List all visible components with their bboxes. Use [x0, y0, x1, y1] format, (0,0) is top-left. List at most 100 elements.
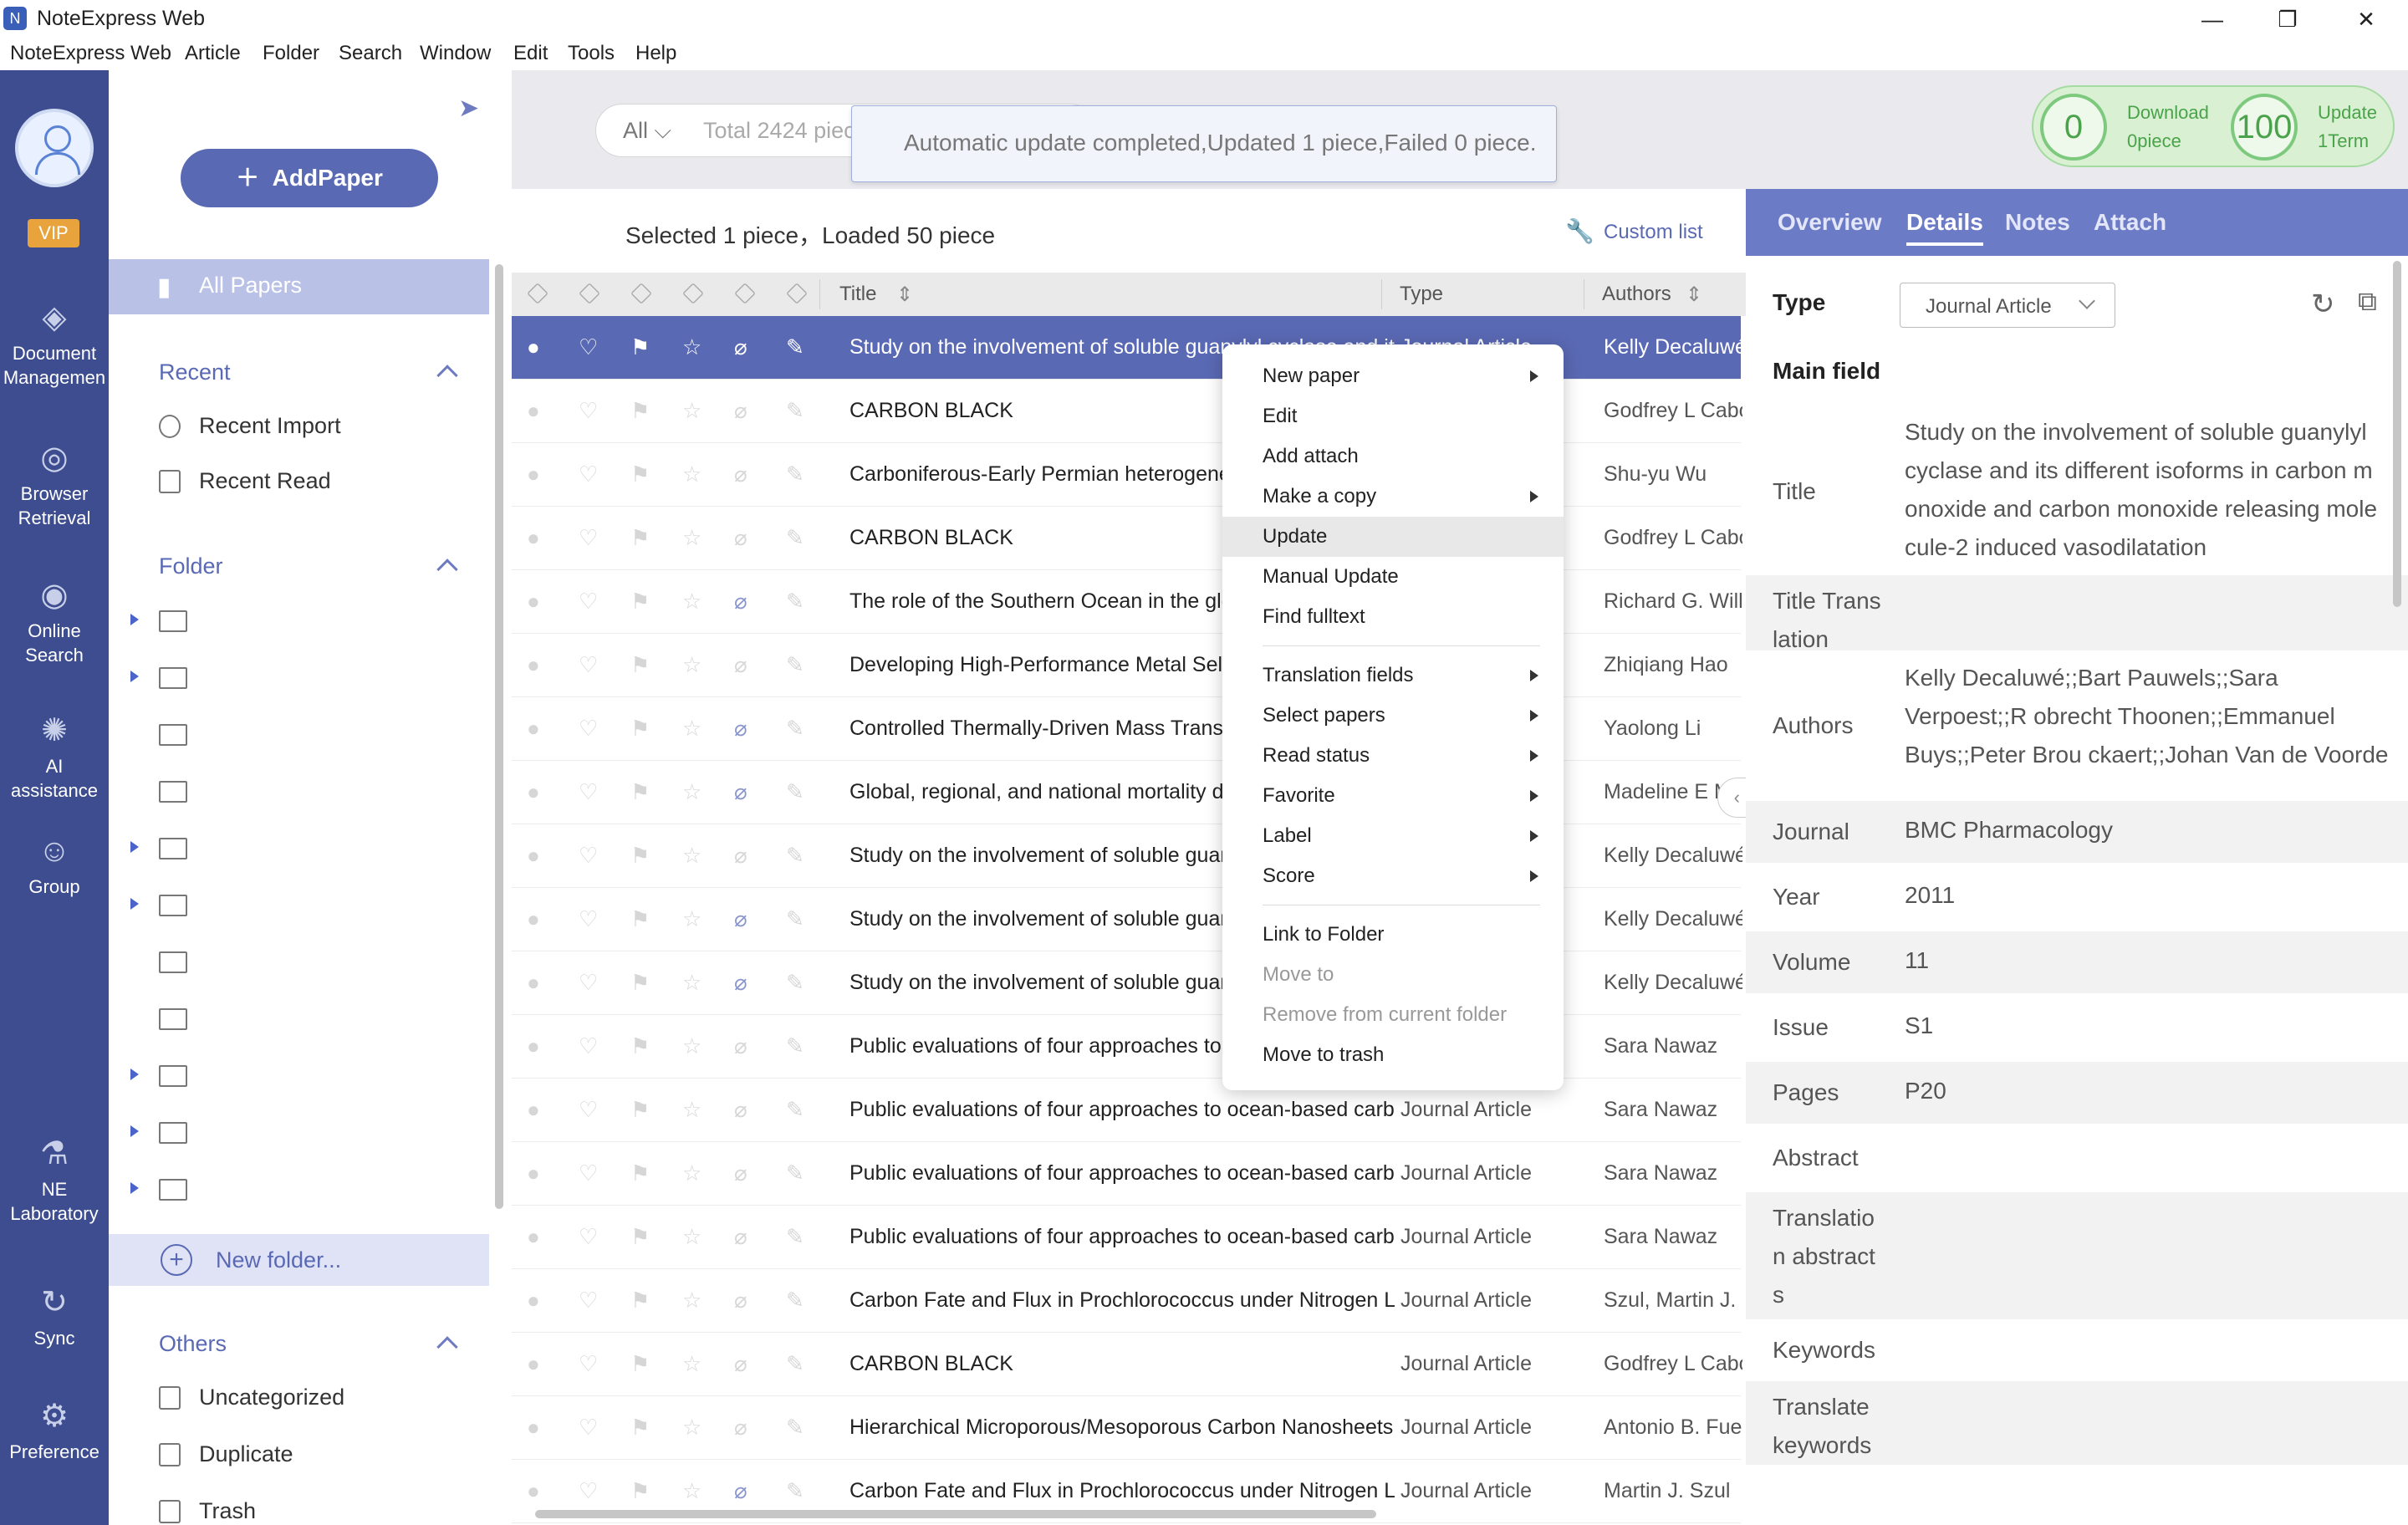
note-icon[interactable]: ✎: [786, 462, 804, 487]
read-status-icon[interactable]: ●: [527, 1160, 540, 1186]
read-status-icon[interactable]: ●: [527, 843, 540, 868]
uncategorized-item[interactable]: Uncategorized: [199, 1385, 344, 1410]
detail-field-value[interactable]: BMC Pharmacology: [1905, 811, 2398, 849]
add-paper-button[interactable]: ＋ AddPaper: [181, 149, 438, 207]
menu-help[interactable]: Help: [635, 42, 676, 65]
context-menu-item[interactable]: Manual Update: [1222, 557, 1564, 597]
note-icon[interactable]: ✎: [786, 1415, 804, 1440]
star-icon[interactable]: ☆: [682, 1288, 701, 1313]
tab-attach[interactable]: Attach: [2094, 209, 2166, 236]
bookmark-icon[interactable]: ⚑: [630, 906, 650, 931]
table-row[interactable]: ● ♡ ⚑ ☆ ⌀ ✎ Public evaluations of four approac…: [512, 1206, 1741, 1269]
minimize-button[interactable]: —: [2187, 3, 2237, 35]
folder-item[interactable]: [125, 604, 209, 637]
menu-folder[interactable]: Folder: [263, 42, 319, 65]
context-menu-item[interactable]: Select papers: [1222, 696, 1564, 736]
expand-arrow-icon[interactable]: [130, 1125, 139, 1137]
detail-field-row[interactable]: Title Trans lation: [1746, 575, 2408, 652]
favorite-icon[interactable]: ♡: [579, 398, 598, 423]
star-icon[interactable]: ☆: [682, 652, 701, 677]
table-row[interactable]: ● ♡ ⚑ ☆ ⌀ ✎ CARBON BLACK Journal Article Godfrey…: [512, 1333, 1742, 1396]
attachment-icon[interactable]: ⌀: [734, 1224, 747, 1249]
bookmark-icon[interactable]: ⚑: [630, 1288, 650, 1313]
note-icon[interactable]: ✎: [786, 398, 804, 423]
favorite-icon[interactable]: ♡: [579, 843, 598, 868]
star-icon[interactable]: ☆: [682, 970, 701, 995]
folder-item[interactable]: [125, 1058, 209, 1092]
favorite-icon[interactable]: ♡: [579, 525, 598, 550]
note-icon[interactable]: ✎: [786, 779, 804, 804]
note-icon[interactable]: ✎: [786, 652, 804, 677]
authors-column-header[interactable]: Authors: [1602, 283, 1671, 306]
read-status-icon[interactable]: ●: [527, 525, 540, 550]
sort-icon[interactable]: ⇕: [896, 283, 913, 307]
note-icon[interactable]: ✎: [786, 589, 804, 614]
rail-online-search[interactable]: ◉ Online Search: [0, 577, 109, 667]
tab-details[interactable]: Details: [1906, 209, 1983, 246]
attachment-icon[interactable]: ⌀: [734, 906, 747, 931]
context-menu-item[interactable]: Move to trash: [1222, 1035, 1564, 1075]
read-status-icon[interactable]: ●: [527, 398, 540, 423]
read-status-icon[interactable]: ●: [527, 970, 540, 995]
note-icon[interactable]: ✎: [786, 1160, 804, 1186]
attachment-icon[interactable]: ⌀: [734, 1033, 747, 1058]
bookmark-icon[interactable]: ⚑: [630, 525, 650, 550]
folder-section-title[interactable]: Folder: [159, 553, 223, 579]
bookmark-icon[interactable]: ⚑: [630, 1160, 650, 1186]
read-status-icon[interactable]: ●: [527, 779, 540, 804]
recent-section-title[interactable]: Recent: [159, 360, 231, 385]
detail-field-row[interactable]: Abstract: [1746, 1127, 2408, 1189]
task-status-pill[interactable]: 0 Download 0piece 100 Update 1Term: [2032, 85, 2395, 167]
attachment-icon[interactable]: ⌀: [734, 970, 747, 995]
type-select[interactable]: Journal Article: [1900, 283, 2115, 328]
bookmark-icon[interactable]: ⚑: [630, 334, 650, 360]
star-icon[interactable]: ☆: [682, 589, 701, 614]
attachment-icon[interactable]: ⌀: [734, 525, 747, 550]
recent-import-item[interactable]: Recent Import: [199, 413, 341, 439]
note-icon[interactable]: ✎: [786, 1224, 804, 1249]
context-menu-item[interactable]: Update: [1222, 517, 1564, 557]
menu-window[interactable]: Window: [420, 42, 491, 65]
menu-tools[interactable]: Tools: [568, 42, 615, 65]
favorite-icon[interactable]: ♡: [579, 1160, 598, 1186]
close-button[interactable]: ✕: [2341, 3, 2391, 35]
expand-arrow-icon[interactable]: [130, 898, 139, 910]
sort-icon[interactable]: ⇕: [1686, 283, 1702, 307]
pin-icon[interactable]: ➤: [458, 94, 479, 123]
detail-field-row[interactable]: Keywords: [1746, 1321, 2408, 1380]
read-status-icon[interactable]: ●: [527, 1224, 540, 1249]
bookmark-icon[interactable]: ⚑: [630, 1033, 650, 1058]
attachment-icon[interactable]: ⌀: [734, 779, 747, 804]
star-icon[interactable]: ☆: [682, 334, 701, 360]
note-icon[interactable]: ✎: [786, 1033, 804, 1058]
context-menu-item[interactable]: Add attach: [1222, 436, 1564, 477]
layer-icon[interactable]: [579, 283, 600, 304]
star-icon[interactable]: ☆: [682, 716, 701, 741]
expand-arrow-icon[interactable]: [130, 841, 139, 853]
layer-icon[interactable]: [682, 283, 704, 304]
read-status-icon[interactable]: ●: [527, 1478, 540, 1503]
detail-field-row[interactable]: Journal BMC Pharmacology: [1746, 801, 2408, 863]
search-scope-select[interactable]: All ⌵: [623, 118, 671, 145]
attachment-icon[interactable]: ⌀: [734, 589, 747, 614]
attachment-icon[interactable]: ⌀: [734, 1478, 747, 1503]
bookmark-icon[interactable]: ⚑: [630, 1224, 650, 1249]
read-status-icon[interactable]: ●: [527, 1033, 540, 1058]
star-icon[interactable]: ☆: [682, 1224, 701, 1249]
context-menu-item[interactable]: Translation fields: [1222, 655, 1564, 696]
detail-field-value[interactable]: 2011: [1905, 876, 2398, 915]
favorite-icon[interactable]: ♡: [579, 652, 598, 677]
note-icon[interactable]: ✎: [786, 1351, 804, 1376]
attachment-icon[interactable]: ⌀: [734, 334, 747, 360]
bookmark-icon[interactable]: ⚑: [630, 589, 650, 614]
star-icon[interactable]: ☆: [682, 1415, 701, 1440]
detail-field-row[interactable]: Issue S1: [1746, 997, 2408, 1058]
favorite-icon[interactable]: ♡: [579, 970, 598, 995]
menu-search[interactable]: Search: [339, 42, 402, 65]
folder-item[interactable]: [125, 1115, 209, 1149]
tab-overview[interactable]: Overview: [1778, 209, 1882, 236]
context-menu-item[interactable]: Label: [1222, 816, 1564, 856]
avatar[interactable]: [15, 109, 94, 187]
bookmark-icon[interactable]: ⚑: [630, 843, 650, 868]
attachment-icon[interactable]: ⌀: [734, 843, 747, 868]
